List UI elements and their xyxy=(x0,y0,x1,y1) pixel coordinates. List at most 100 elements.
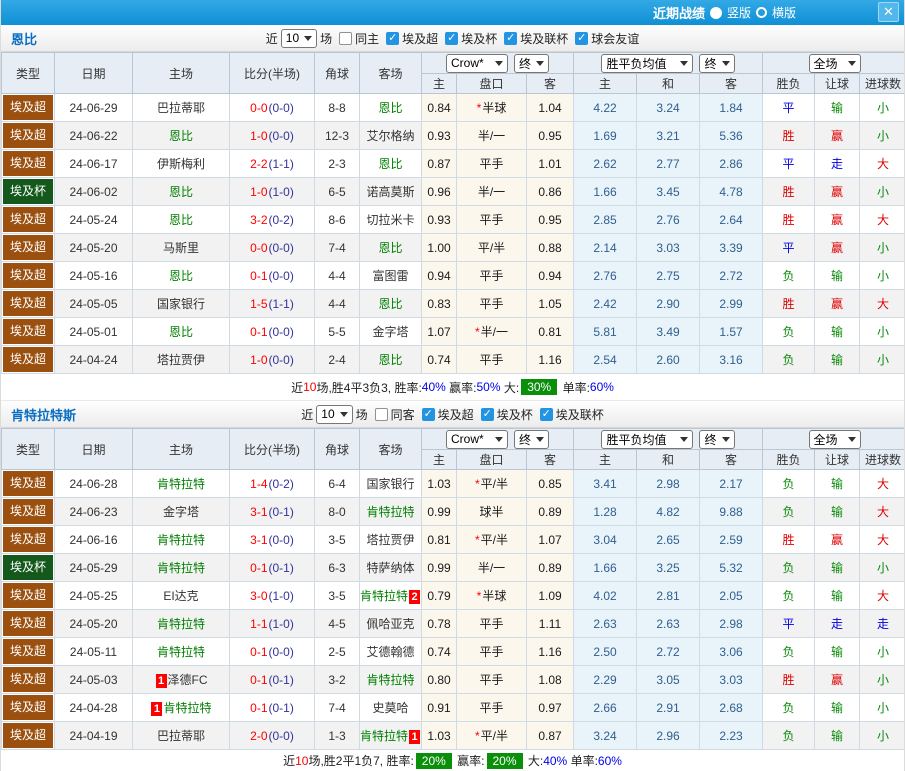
away-odds-cell: 1.11 xyxy=(527,610,574,638)
portrait-radio[interactable] xyxy=(710,7,722,19)
corner-cell: 8-0 xyxy=(315,498,360,526)
column-header: 主场 xyxy=(133,429,230,470)
wdl-odds-cell: 2.90 xyxy=(637,290,700,318)
same-venue-checkbox[interactable] xyxy=(375,408,388,421)
handicap-cell: *半球 xyxy=(457,94,527,122)
league-cell: 埃及超 xyxy=(2,234,55,262)
league-label: 埃及杯 xyxy=(461,30,497,47)
match-row: 埃及超24-06-22恩比1-0(0-0)12-3艾尔格纳0.93半/一0.95… xyxy=(2,122,905,150)
window-title: 近期战绩 xyxy=(653,3,705,22)
wdl-stage-select[interactable]: 终 xyxy=(699,54,734,73)
league-checkbox[interactable]: ✓ xyxy=(575,32,588,45)
wdl-odds-cell: 1.57 xyxy=(700,318,763,346)
scope-select[interactable]: 全场 xyxy=(809,430,861,449)
landscape-radio[interactable] xyxy=(756,7,767,18)
odds-stage-select[interactable]: 终 xyxy=(514,54,549,73)
score-cell: 0-1(0-0) xyxy=(230,638,315,666)
result-cell: 负 xyxy=(763,638,815,666)
result-cell: 输 xyxy=(815,318,860,346)
league-cell: 埃及超 xyxy=(2,206,55,234)
team-name: 马斯里 xyxy=(163,241,199,255)
summary-segment: 30% xyxy=(521,379,557,395)
sub-column-header: 让球 xyxy=(815,450,860,470)
date-cell: 24-05-25 xyxy=(55,582,133,610)
corner-cell: 3-5 xyxy=(315,526,360,554)
date-cell: 24-06-16 xyxy=(55,526,133,554)
odds-stage-select[interactable]: 终 xyxy=(514,430,549,449)
wdl-source-select[interactable]: 胜平负均值 xyxy=(601,54,693,73)
score-cell: 2-0(0-0) xyxy=(230,722,315,750)
scope-select[interactable]: 全场 xyxy=(809,54,861,73)
league-label: 埃及联杯 xyxy=(556,406,604,423)
odds-stage-select-value: 终 xyxy=(519,431,531,448)
league-badge: 埃及超 xyxy=(3,583,53,608)
handicap-cell: 平手 xyxy=(457,666,527,694)
wdl-odds-cell: 2.75 xyxy=(637,262,700,290)
league-checkbox[interactable]: ✓ xyxy=(386,32,399,45)
odds-company-select-value: Crow* xyxy=(451,432,484,446)
home-odds-cell: 1.03 xyxy=(422,722,457,750)
result-cell: 赢 xyxy=(815,206,860,234)
red-card-badge: 1 xyxy=(156,674,167,688)
match-count-select[interactable]: 10 xyxy=(316,405,352,424)
league-checkbox[interactable]: ✓ xyxy=(445,32,458,45)
away-odds-cell: 0.89 xyxy=(527,554,574,582)
league-checkbox[interactable]: ✓ xyxy=(504,32,517,45)
wdl-stage-select[interactable]: 终 xyxy=(699,430,734,449)
odds-company-select[interactable]: Crow* xyxy=(446,54,508,73)
team-name: 塔拉贾伊 xyxy=(157,353,205,367)
result-cell: 负 xyxy=(763,262,815,290)
wdl-odds-cell: 1.84 xyxy=(700,94,763,122)
team-name: 泽德FC xyxy=(168,673,208,687)
result-cell: 输 xyxy=(815,262,860,290)
team-name: 恩比 xyxy=(169,269,193,283)
away-odds-cell: 1.16 xyxy=(527,638,574,666)
league-badge: 埃及超 xyxy=(3,499,53,524)
league-checkbox[interactable]: ✓ xyxy=(481,408,494,421)
home-team-cell: 塔拉贾伊 xyxy=(133,346,230,374)
away-odds-cell: 0.89 xyxy=(527,498,574,526)
wdl-odds-cell: 4.78 xyxy=(700,178,763,206)
team-name: EI达克 xyxy=(163,589,198,603)
wdl-odds-cell: 2.50 xyxy=(574,638,637,666)
home-team-cell: 恩比 xyxy=(133,178,230,206)
wdl-odds-cell: 2.96 xyxy=(637,722,700,750)
league-checkbox[interactable]: ✓ xyxy=(540,408,553,421)
result-cell: 赢 xyxy=(815,290,860,318)
league-label: 埃及超 xyxy=(402,30,438,47)
away-team-cell: 肯特拉特2 xyxy=(360,582,422,610)
wdl-odds-cell: 4.02 xyxy=(574,582,637,610)
away-team-cell: 肯特拉特 xyxy=(360,666,422,694)
league-badge: 埃及超 xyxy=(3,347,53,372)
wdl-odds-cell: 3.24 xyxy=(637,94,700,122)
wdl-odds-cell: 2.62 xyxy=(574,150,637,178)
league-cell: 埃及杯 xyxy=(2,178,55,206)
summary-segment: 赢率: xyxy=(446,379,477,396)
summary-segment: 40% xyxy=(543,754,567,768)
corner-cell: 6-3 xyxy=(315,554,360,582)
wdl-odds-cell: 1.66 xyxy=(574,554,637,582)
away-team-cell: 恩比 xyxy=(360,234,422,262)
result-cell: 负 xyxy=(763,470,815,498)
wdl-odds-cell: 3.25 xyxy=(637,554,700,582)
odds-company-select-value: Crow* xyxy=(451,56,484,70)
team-name: 佩哈亚克 xyxy=(366,617,414,631)
home-team-cell: 恩比 xyxy=(133,206,230,234)
result-cell: 小 xyxy=(860,666,905,694)
sub-column-header: 客 xyxy=(700,450,763,470)
same-venue-checkbox[interactable] xyxy=(339,32,352,45)
result-cell: 赢 xyxy=(815,234,860,262)
handicap-cell: 平手 xyxy=(457,610,527,638)
home-odds-cell: 1.00 xyxy=(422,234,457,262)
odds-company-select[interactable]: Crow* xyxy=(446,430,508,449)
match-count-select[interactable]: 10 xyxy=(281,29,317,48)
summary-segment: 50% xyxy=(477,380,501,394)
match-row: 埃及超24-06-17伊斯梅利2-2(1-1)2-3恩比0.87平手1.012.… xyxy=(2,150,905,178)
league-checkbox[interactable]: ✓ xyxy=(422,408,435,421)
wdl-odds-cell: 2.68 xyxy=(700,694,763,722)
match-row: 埃及超24-05-031泽德FC0-1(0-1)3-2肯特拉特0.80平手1.0… xyxy=(2,666,905,694)
wdl-source-select[interactable]: 胜平负均值 xyxy=(601,430,693,449)
close-button[interactable]: ✕ xyxy=(878,2,899,22)
wdl-odds-cell: 2.98 xyxy=(637,470,700,498)
wdl-odds-cell: 2.85 xyxy=(574,206,637,234)
